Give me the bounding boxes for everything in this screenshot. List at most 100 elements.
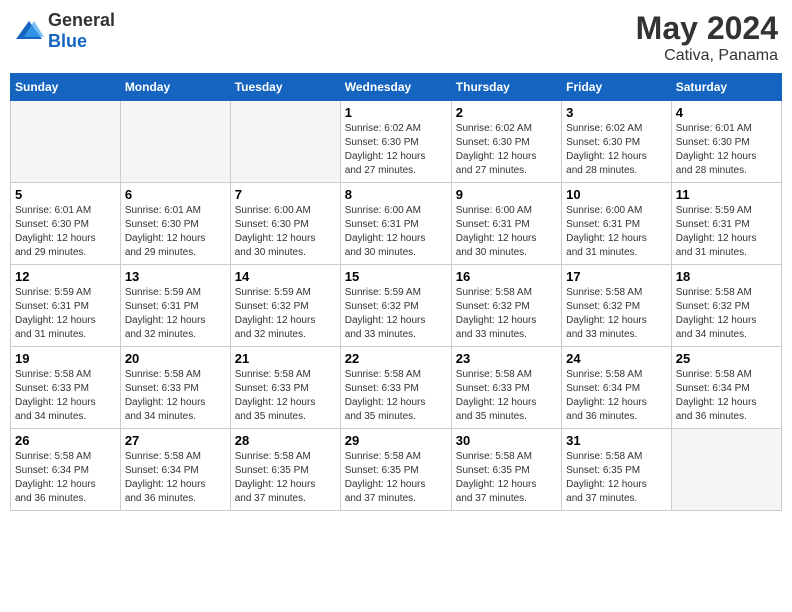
day-info: Sunrise: 6:02 AMSunset: 6:30 PMDaylight:… [456, 122, 557, 178]
weekday-header: Sunday [11, 74, 121, 101]
day-number: 31 [566, 433, 667, 448]
day-info: Sunrise: 6:00 AMSunset: 6:31 PMDaylight:… [566, 204, 667, 260]
calendar-cell: 4 Sunrise: 6:01 AMSunset: 6:30 PMDaylight… [671, 101, 781, 183]
day-number: 10 [566, 187, 667, 202]
day-info: Sunrise: 5:58 AMSunset: 6:35 PMDaylight:… [566, 450, 667, 506]
day-info: Sunrise: 5:58 AMSunset: 6:35 PMDaylight:… [345, 450, 447, 506]
day-number: 22 [345, 351, 447, 366]
day-number: 21 [235, 351, 336, 366]
calendar-cell: 15 Sunrise: 5:59 AMSunset: 6:32 PMDayligh… [340, 265, 451, 347]
day-number: 25 [676, 351, 777, 366]
weekday-header: Monday [120, 74, 230, 101]
day-number: 6 [125, 187, 226, 202]
calendar-cell: 24 Sunrise: 5:58 AMSunset: 6:34 PMDayligh… [562, 347, 672, 429]
calendar-cell: 1 Sunrise: 6:02 AMSunset: 6:30 PMDaylight… [340, 101, 451, 183]
calendar-cell: 5Sunrise: 6:01 AMSunset: 6:30 PMDaylight… [11, 183, 121, 265]
calendar-cell [671, 429, 781, 511]
calendar-table: SundayMondayTuesdayWednesdayThursdayFrid… [10, 73, 782, 511]
calendar-cell: 28 Sunrise: 5:58 AMSunset: 6:35 PMDayligh… [230, 429, 340, 511]
day-number: 12 [15, 269, 116, 284]
title-block: May 2024 Cativa, Panama [636, 10, 778, 65]
day-number: 3 [566, 105, 667, 120]
day-info: Sunrise: 6:02 AMSunset: 6:30 PMDaylight:… [345, 122, 447, 178]
day-info: Sunrise: 6:02 AMSunset: 6:30 PMDaylight:… [566, 122, 667, 178]
calendar-cell: 30 Sunrise: 5:58 AMSunset: 6:35 PMDayligh… [451, 429, 561, 511]
day-info: Sunrise: 5:58 AMSunset: 6:34 PMDaylight:… [676, 368, 777, 424]
calendar-cell: 18 Sunrise: 5:58 AMSunset: 6:32 PMDayligh… [671, 265, 781, 347]
day-number: 28 [235, 433, 336, 448]
logo-icon [14, 19, 44, 43]
calendar-cell: 8 Sunrise: 6:00 AMSunset: 6:31 PMDaylight… [340, 183, 451, 265]
weekday-header: Tuesday [230, 74, 340, 101]
calendar-cell [11, 101, 121, 183]
day-number: 8 [345, 187, 447, 202]
day-number: 1 [345, 105, 447, 120]
calendar-cell: 20Sunrise: 5:58 AMSunset: 6:33 PMDayligh… [120, 347, 230, 429]
day-info: Sunrise: 5:58 AMSunset: 6:32 PMDaylight:… [566, 286, 667, 342]
calendar-cell: 17 Sunrise: 5:58 AMSunset: 6:32 PMDayligh… [562, 265, 672, 347]
day-number: 15 [345, 269, 447, 284]
calendar-cell: 22 Sunrise: 5:58 AMSunset: 6:33 PMDayligh… [340, 347, 451, 429]
calendar-cell: 23 Sunrise: 5:58 AMSunset: 6:33 PMDayligh… [451, 347, 561, 429]
calendar-cell: 3 Sunrise: 6:02 AMSunset: 6:30 PMDaylight… [562, 101, 672, 183]
day-info: Sunrise: 5:58 AMSunset: 6:34 PMDaylight:… [566, 368, 667, 424]
calendar-cell: 14Sunrise: 5:59 AMSunset: 6:32 PMDayligh… [230, 265, 340, 347]
calendar-cell: 29 Sunrise: 5:58 AMSunset: 6:35 PMDayligh… [340, 429, 451, 511]
calendar-cell: 21 Sunrise: 5:58 AMSunset: 6:33 PMDayligh… [230, 347, 340, 429]
calendar-cell: 10 Sunrise: 6:00 AMSunset: 6:31 PMDayligh… [562, 183, 672, 265]
logo: General Blue [14, 10, 115, 52]
calendar-cell: 19 Sunrise: 5:58 AMSunset: 6:33 PMDayligh… [11, 347, 121, 429]
calendar-cell: 6 Sunrise: 6:01 AMSunset: 6:30 PMDaylight… [120, 183, 230, 265]
day-info: Sunrise: 5:58 AMSunset: 6:33 PMDaylight:… [345, 368, 447, 424]
day-info: Sunrise: 5:58 AMSunset: 6:33 PMDaylight:… [15, 368, 116, 424]
day-number: 23 [456, 351, 557, 366]
day-info: Sunrise: 5:58 AMSunset: 6:34 PMDaylight:… [15, 450, 116, 506]
day-info: Sunrise: 5:58 AMSunset: 6:32 PMDaylight:… [456, 286, 557, 342]
calendar-cell: 16Sunrise: 5:58 AMSunset: 6:32 PMDayligh… [451, 265, 561, 347]
day-info: Sunrise: 5:59 AMSunset: 6:31 PMDaylight:… [125, 286, 226, 342]
calendar-cell: 9 Sunrise: 6:00 AMSunset: 6:31 PMDaylight… [451, 183, 561, 265]
month-title: May 2024 [636, 10, 778, 47]
day-number: 17 [566, 269, 667, 284]
weekday-header: Friday [562, 74, 672, 101]
day-number: 14 [235, 269, 336, 284]
logo-blue: Blue [48, 31, 87, 51]
day-info: Sunrise: 6:00 AMSunset: 6:31 PMDaylight:… [456, 204, 557, 260]
day-number: 27 [125, 433, 226, 448]
calendar-cell: 31 Sunrise: 5:58 AMSunset: 6:35 PMDayligh… [562, 429, 672, 511]
calendar-cell: 12Sunrise: 5:59 AMSunset: 6:31 PMDayligh… [11, 265, 121, 347]
calendar-cell [120, 101, 230, 183]
day-number: 9 [456, 187, 557, 202]
weekday-header: Thursday [451, 74, 561, 101]
day-info: Sunrise: 5:58 AMSunset: 6:33 PMDaylight:… [456, 368, 557, 424]
page-header: General Blue May 2024 Cativa, Panama [10, 10, 782, 65]
day-number: 18 [676, 269, 777, 284]
day-number: 29 [345, 433, 447, 448]
day-number: 24 [566, 351, 667, 366]
day-number: 11 [676, 187, 777, 202]
day-number: 19 [15, 351, 116, 366]
day-info: Sunrise: 5:59 AMSunset: 6:31 PMDaylight:… [676, 204, 777, 260]
day-info: Sunrise: 6:00 AMSunset: 6:31 PMDaylight:… [345, 204, 447, 260]
day-info: Sunrise: 5:58 AMSunset: 6:34 PMDaylight:… [125, 450, 226, 506]
day-number: 30 [456, 433, 557, 448]
day-number: 7 [235, 187, 336, 202]
weekday-header: Wednesday [340, 74, 451, 101]
day-info: Sunrise: 6:00 AMSunset: 6:30 PMDaylight:… [235, 204, 336, 260]
calendar-cell: 27 Sunrise: 5:58 AMSunset: 6:34 PMDayligh… [120, 429, 230, 511]
day-number: 2 [456, 105, 557, 120]
day-number: 4 [676, 105, 777, 120]
day-info: Sunrise: 5:59 AMSunset: 6:32 PMDaylight:… [345, 286, 447, 342]
location-title: Cativa, Panama [636, 47, 778, 65]
weekday-header: Saturday [671, 74, 781, 101]
logo-general: General [48, 10, 115, 30]
calendar-cell: 7 Sunrise: 6:00 AMSunset: 6:30 PMDaylight… [230, 183, 340, 265]
day-info: Sunrise: 5:58 AMSunset: 6:35 PMDaylight:… [456, 450, 557, 506]
day-info: Sunrise: 6:01 AMSunset: 6:30 PMDaylight:… [125, 204, 226, 260]
calendar-cell: 26Sunrise: 5:58 AMSunset: 6:34 PMDayligh… [11, 429, 121, 511]
calendar-cell: 2 Sunrise: 6:02 AMSunset: 6:30 PMDaylight… [451, 101, 561, 183]
day-info: Sunrise: 5:58 AMSunset: 6:33 PMDaylight:… [235, 368, 336, 424]
day-info: Sunrise: 5:58 AMSunset: 6:32 PMDaylight:… [676, 286, 777, 342]
day-info: Sunrise: 5:58 AMSunset: 6:35 PMDaylight:… [235, 450, 336, 506]
day-info: Sunrise: 6:01 AMSunset: 6:30 PMDaylight:… [676, 122, 777, 178]
